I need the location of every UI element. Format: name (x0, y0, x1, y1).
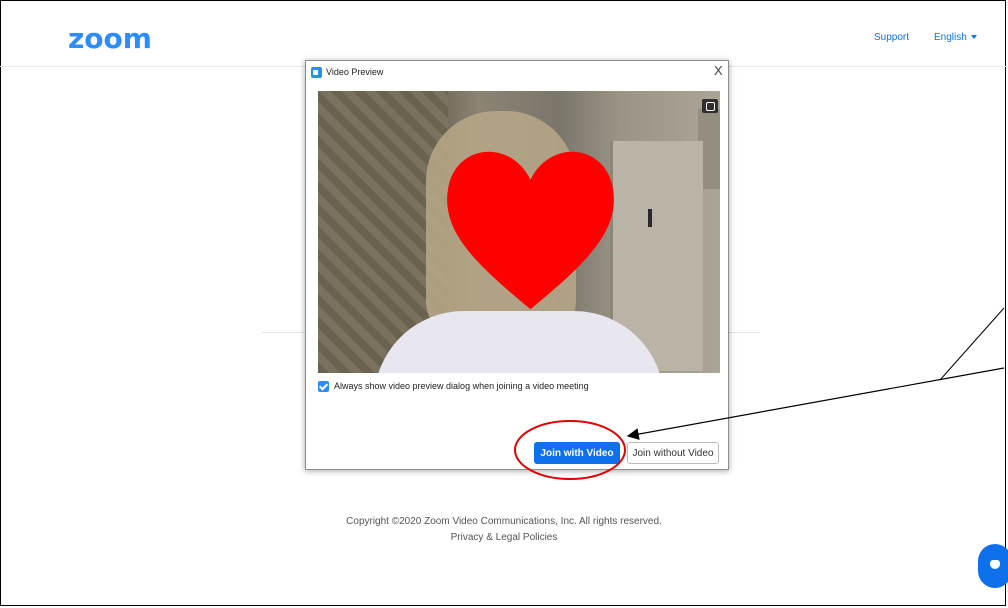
virtual-background-icon[interactable] (702, 99, 718, 113)
always-show-preview-checkbox[interactable] (318, 381, 329, 392)
dialog-title: Video Preview (326, 67, 384, 77)
privacy-policies-link[interactable]: Privacy & Legal Policies (0, 532, 1008, 543)
chat-bubble-icon[interactable] (978, 544, 1008, 588)
always-show-preview-label: Always show video preview dialog when jo… (334, 381, 589, 391)
top-bar: zoom Support English (0, 0, 1008, 67)
zoom-camera-icon (311, 67, 322, 78)
join-without-video-button[interactable]: Join without Video (627, 442, 719, 464)
zoom-logo[interactable]: zoom (68, 22, 152, 55)
language-label: English (934, 32, 967, 43)
video-preview-dialog: Video Preview X Always show video previe… (305, 60, 729, 470)
join-with-video-button[interactable]: Join with Video (534, 442, 620, 464)
copyright-text: Copyright ©2020 Zoom Video Communication… (346, 516, 662, 527)
support-link[interactable]: Support (874, 32, 909, 43)
caret-down-icon (970, 35, 977, 39)
heart-redaction (447, 151, 614, 310)
door-handle (648, 209, 652, 227)
language-selector[interactable]: English (934, 32, 977, 43)
video-preview (318, 91, 720, 373)
close-icon[interactable]: X (714, 63, 723, 78)
